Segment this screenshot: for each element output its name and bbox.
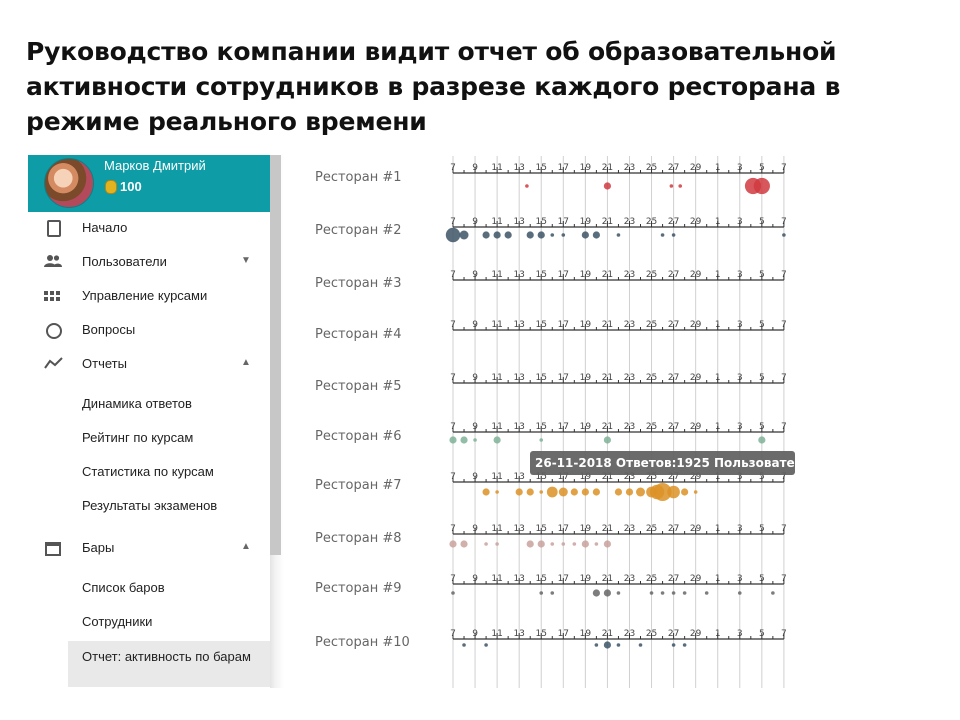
data-point xyxy=(678,184,683,188)
data-point xyxy=(550,233,555,237)
data-point xyxy=(558,487,568,497)
data-point xyxy=(603,182,612,190)
data-point xyxy=(594,643,599,647)
data-point xyxy=(671,233,676,237)
data-point xyxy=(638,643,643,647)
data-point xyxy=(669,184,674,188)
data-point xyxy=(525,184,529,188)
data-point xyxy=(445,227,461,243)
data-point xyxy=(539,438,544,442)
data-point xyxy=(493,436,501,444)
data-point xyxy=(526,540,534,548)
row-label: Ресторан #8 xyxy=(315,531,402,546)
data-point xyxy=(515,488,523,496)
data-point xyxy=(462,643,466,647)
activity-chart: Ресторан #179111315171921232527291357Рес… xyxy=(315,156,837,688)
data-point xyxy=(581,231,589,239)
row-label: Ресторан #10 xyxy=(315,635,410,650)
data-point xyxy=(753,177,770,195)
data-point xyxy=(572,542,577,546)
data-point xyxy=(546,486,558,498)
data-point xyxy=(592,488,600,496)
data-point xyxy=(482,488,490,496)
data-point xyxy=(616,233,621,237)
data-point xyxy=(671,591,676,595)
row-label: Ресторан #1 xyxy=(315,170,402,185)
data-point xyxy=(671,643,676,647)
data-point xyxy=(451,591,455,595)
data-point xyxy=(539,490,544,494)
data-point xyxy=(539,591,544,595)
data-point xyxy=(682,643,687,647)
data-point xyxy=(603,641,612,649)
data-point xyxy=(693,490,698,494)
data-point xyxy=(504,231,512,239)
data-point xyxy=(649,591,654,595)
data-point xyxy=(667,485,680,499)
data-point xyxy=(526,231,534,239)
row-label: Ресторан #4 xyxy=(315,327,402,342)
data-point xyxy=(459,230,469,240)
data-point xyxy=(537,540,545,548)
tooltip-text: 26-11-2018 Ответов:1925 Пользователей: 6 xyxy=(535,456,837,470)
data-point xyxy=(537,231,545,239)
data-point xyxy=(616,591,621,595)
data-point xyxy=(526,488,534,496)
data-point xyxy=(581,488,589,496)
data-point xyxy=(704,591,709,595)
data-point xyxy=(449,540,457,548)
data-point xyxy=(581,540,589,548)
data-point xyxy=(660,591,665,595)
data-point xyxy=(614,488,623,496)
data-point xyxy=(495,490,499,494)
data-point xyxy=(771,591,775,595)
data-point xyxy=(460,436,468,444)
row-label: Ресторан #9 xyxy=(315,581,402,596)
data-point xyxy=(636,487,646,497)
data-point xyxy=(603,540,612,548)
data-point xyxy=(782,233,786,237)
data-point xyxy=(460,540,468,548)
data-point xyxy=(758,436,766,444)
row-label: Ресторан #5 xyxy=(315,379,402,394)
data-point xyxy=(561,542,566,546)
data-point xyxy=(484,542,488,546)
data-point xyxy=(603,436,612,444)
row-label: Ресторан #7 xyxy=(315,478,402,493)
data-point xyxy=(592,589,600,597)
data-point xyxy=(561,233,566,237)
data-point xyxy=(660,233,665,237)
data-point xyxy=(484,643,488,647)
row-label: Ресторан #2 xyxy=(315,223,402,238)
data-point xyxy=(570,488,578,496)
data-point xyxy=(737,591,742,595)
data-point xyxy=(592,231,600,239)
data-point xyxy=(603,589,612,597)
data-point xyxy=(482,231,490,239)
data-point xyxy=(449,436,457,444)
data-point xyxy=(550,591,555,595)
data-point xyxy=(625,488,634,496)
row-label: Ресторан #6 xyxy=(315,429,402,444)
data-point xyxy=(616,643,621,647)
data-point xyxy=(550,542,555,546)
row-label: Ресторан #3 xyxy=(315,276,402,291)
data-point xyxy=(681,488,689,496)
data-point xyxy=(594,542,599,546)
data-point xyxy=(682,591,687,595)
data-point xyxy=(493,231,501,239)
data-point xyxy=(473,438,477,442)
data-point xyxy=(495,542,499,546)
